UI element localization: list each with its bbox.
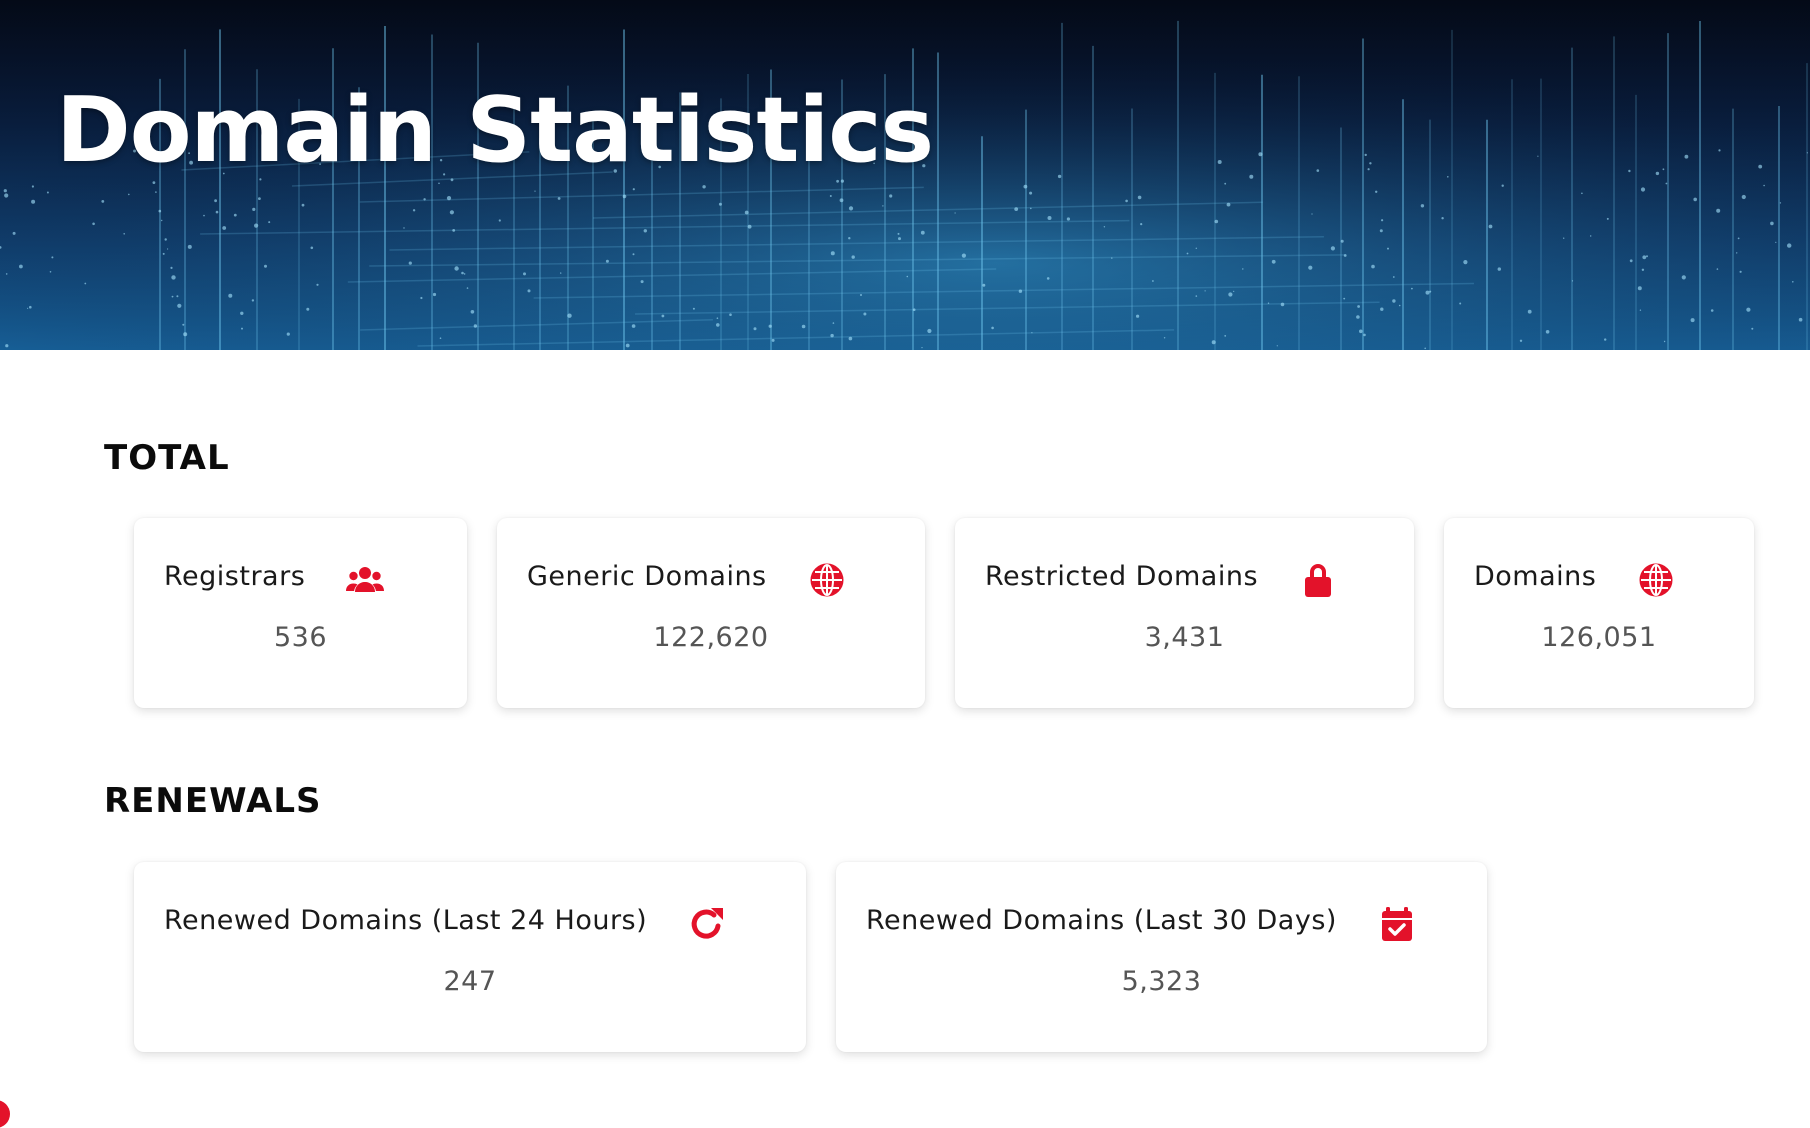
page-title: Domain Statistics	[56, 78, 934, 183]
stat-value: 247	[443, 966, 497, 997]
stat-card-restricted-domains: Restricted Domains 3,431	[955, 518, 1414, 708]
stat-card-domains: Domains 126,051	[1444, 518, 1754, 708]
stat-card-generic-domains: Generic Domains 122,620	[497, 518, 925, 708]
stat-label: Generic Domains	[527, 560, 767, 592]
stat-value: 5,323	[1121, 966, 1202, 997]
stat-value: 126,051	[1541, 622, 1657, 653]
users-icon	[345, 560, 385, 600]
section-title-renewals: RENEWALS	[104, 781, 322, 821]
globe-icon	[1636, 560, 1676, 600]
section-title-total: TOTAL	[104, 438, 230, 478]
stat-card-registrars: Registrars 536	[134, 518, 467, 708]
stat-value: 3,431	[1144, 622, 1225, 653]
stat-label: Domains	[1474, 560, 1597, 592]
stat-card-renewed-24h: Renewed Domains (Last 24 Hours) 247	[134, 862, 806, 1052]
stat-value: 536	[273, 622, 328, 653]
stat-card-renewed-30d: Renewed Domains (Last 30 Days) 5,323	[836, 862, 1487, 1052]
stat-label: Restricted Domains	[985, 560, 1259, 592]
stat-value: 122,620	[653, 622, 769, 653]
corner-decoration	[0, 1100, 10, 1128]
stat-label: Renewed Domains (Last 30 Days)	[866, 904, 1337, 936]
stat-label: Registrars	[164, 560, 306, 592]
hero-banner: Domain Statistics	[0, 0, 1810, 350]
stat-label: Renewed Domains (Last 24 Hours)	[164, 904, 648, 936]
globe-icon	[807, 560, 847, 600]
calendar-check-icon	[1377, 904, 1417, 944]
refresh-icon	[687, 904, 727, 944]
lock-icon	[1298, 560, 1338, 600]
